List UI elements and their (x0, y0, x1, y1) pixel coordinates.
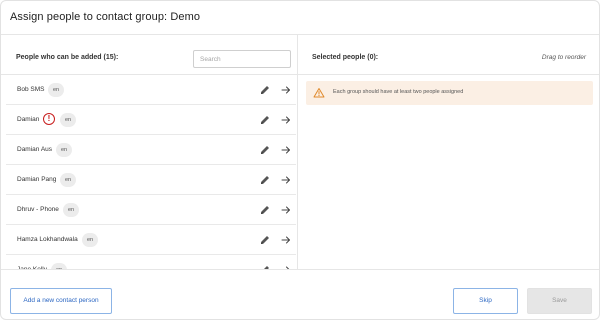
arrow-right-icon[interactable] (280, 234, 292, 246)
available-people-pane: People who can be added (15): Bob SMSenD… (1, 35, 298, 269)
available-people-title: People who can be added (15): (16, 54, 119, 61)
arrow-right-icon[interactable] (280, 84, 292, 96)
language-badge: en (63, 203, 79, 217)
arrow-right-icon[interactable] (280, 144, 292, 156)
arrow-right-icon[interactable] (280, 114, 292, 126)
dialog-title: Assign people to contact group: Demo (10, 11, 201, 23)
list-item[interactable]: Damian Pang en (6, 165, 296, 195)
dialog-footer: Add a new contact person Skip Save (1, 269, 599, 319)
person-name: Hamza Lokhandwala (17, 236, 78, 243)
add-contact-person-button[interactable]: Add a new contact person (10, 288, 112, 314)
person-name: Dhruv - Phone (17, 206, 59, 213)
language-badge: en (56, 143, 72, 157)
pencil-icon[interactable] (259, 114, 271, 126)
list-item[interactable]: Bob SMS en (6, 75, 296, 105)
assign-people-dialog: Assign people to contact group: Demo Peo… (0, 0, 600, 320)
pencil-icon[interactable] (259, 144, 271, 156)
pencil-icon[interactable] (259, 234, 271, 246)
search-input[interactable] (193, 50, 291, 68)
language-badge: en (48, 83, 64, 97)
arrow-right-icon[interactable] (280, 174, 292, 186)
list-item[interactable]: Damian! en (6, 105, 296, 135)
dialog-header: Assign people to contact group: Demo (1, 1, 599, 35)
available-people-header: People who can be added (15): (1, 35, 297, 75)
min-people-alert: Each group should have at least two peop… (306, 81, 593, 105)
list-item[interactable]: Hamza Lokhandwala en (6, 225, 296, 255)
people-list: Bob SMS en Damian! en Damian Aus en Damian Pan… (1, 75, 297, 269)
person-name: Bob SMS (17, 86, 45, 93)
warning-triangle-icon (313, 88, 325, 98)
person-name: Damian Pang (17, 176, 57, 183)
pencil-icon[interactable] (259, 84, 271, 96)
pencil-icon[interactable] (259, 174, 271, 186)
language-badge: en (60, 173, 76, 187)
language-badge: en (60, 113, 76, 127)
drag-to-reorder-hint: Drag to reorder (541, 54, 586, 61)
person-name: Damian Aus (17, 146, 53, 153)
save-button[interactable]: Save (527, 288, 592, 314)
skip-button[interactable]: Skip (453, 288, 518, 314)
exclamation-circle-icon: ! (43, 113, 55, 125)
pencil-icon[interactable] (259, 204, 271, 216)
list-item[interactable]: Jane Kellyen (6, 255, 296, 269)
list-item[interactable]: Damian Aus en (6, 135, 296, 165)
list-item[interactable]: Dhruv - Phone en (6, 195, 296, 225)
language-badge: en (82, 233, 98, 247)
selected-people-pane: Selected people (0): Drag to reorder Eac… (298, 35, 599, 269)
arrow-right-icon[interactable] (280, 204, 292, 216)
person-name: Damian (17, 116, 40, 123)
alert-text: Each group should have at least two peop… (333, 89, 464, 95)
selected-people-title: Selected people (0): (312, 54, 379, 61)
selected-people-header: Selected people (0): Drag to reorder (298, 35, 599, 75)
